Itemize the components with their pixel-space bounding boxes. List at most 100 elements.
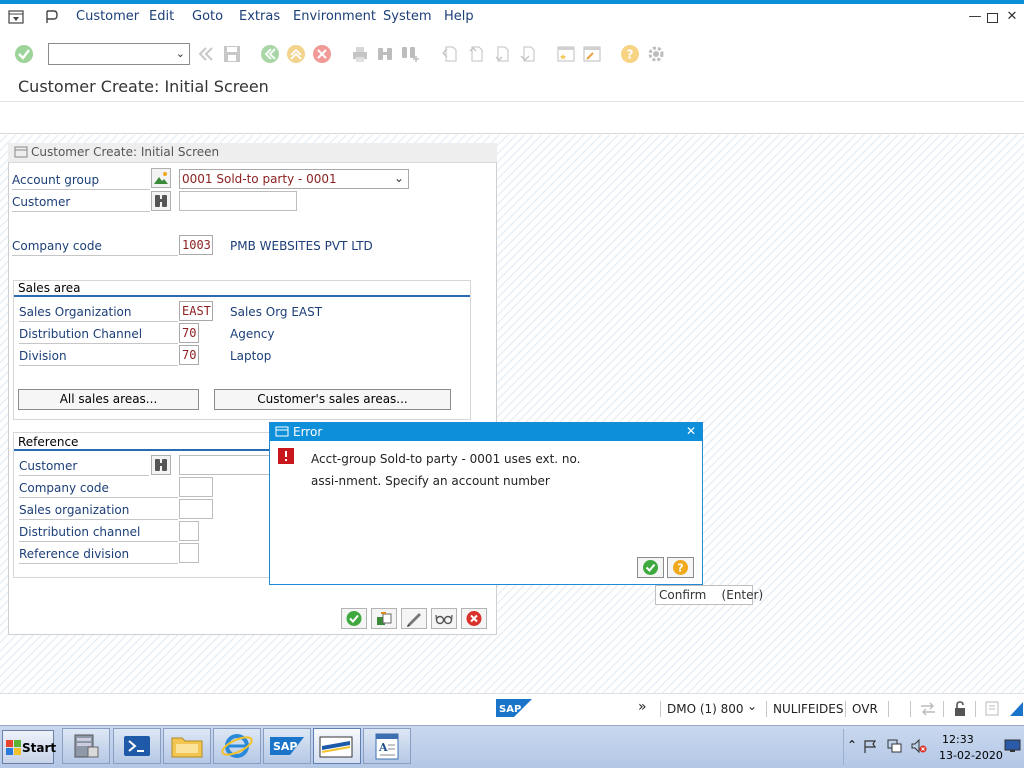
menu-customer[interactable]: Customer [76, 9, 139, 24]
menu-system[interactable]: System [383, 9, 431, 24]
create-with-template-button[interactable] [371, 608, 397, 629]
clock-date[interactable]: 13-02-2020 [939, 749, 1003, 762]
close-icon[interactable]: ✕ [686, 424, 696, 438]
minimize-icon[interactable]: — [968, 10, 982, 24]
taskbar-file-explorer[interactable] [163, 728, 211, 764]
ref-division-input[interactable] [179, 543, 199, 563]
account-group-dropdown[interactable]: 0001 Sold-to party - 0001 ⌄ [179, 169, 409, 189]
panel-header: Customer Create: Initial Screen [8, 143, 497, 163]
customer-input[interactable] [179, 191, 297, 211]
label-underline [19, 343, 178, 344]
status-separator [660, 701, 661, 717]
status-separator [845, 701, 846, 717]
standard-toolbar: ⌄ ? [0, 36, 1024, 72]
taskbar-server-manager[interactable] [62, 728, 110, 764]
status-bar: SAP » DMO (1) 800 ⌄ NULIFEIDES OVR [0, 693, 1024, 723]
label-underline [12, 255, 178, 256]
find-next-icon[interactable] [400, 44, 420, 64]
resize-grip-icon[interactable] [1010, 702, 1023, 716]
taskbar-powershell[interactable] [113, 728, 161, 764]
menu-icon[interactable] [8, 10, 24, 24]
gear-icon[interactable] [646, 44, 666, 64]
first-page-icon[interactable] [440, 44, 460, 64]
template-icon [377, 612, 392, 625]
cancel-icon [466, 611, 482, 626]
label-underline [19, 541, 178, 542]
menu-extras[interactable]: Extras [239, 9, 280, 24]
confirm-tooltip: Confirm (Enter) [655, 585, 763, 605]
ref-customer-input[interactable] [179, 455, 270, 475]
menu-help[interactable]: Help [444, 9, 474, 24]
status-separator [888, 701, 889, 717]
dialog-menu-icon[interactable] [275, 426, 289, 438]
display-button[interactable] [431, 608, 457, 629]
command-field[interactable]: ⌄ [48, 43, 190, 65]
dist-channel-input[interactable]: 70 [179, 323, 199, 343]
server-manager-icon [74, 734, 99, 758]
ref-dist-channel-input[interactable] [179, 521, 199, 541]
status-separator [975, 701, 976, 717]
close-window-icon[interactable]: ✕ [1005, 10, 1019, 24]
menu-edit[interactable]: Edit [149, 9, 174, 24]
chevron-down-icon: ⌄ [393, 171, 404, 185]
customers-sales-areas-button[interactable]: Customer's sales areas... [214, 389, 451, 410]
network-icon[interactable] [886, 738, 902, 754]
dialog-help-button[interactable]: ? [667, 557, 694, 578]
input-mode[interactable]: OVR [852, 702, 878, 716]
sap-menu-icon[interactable] [44, 9, 60, 25]
next-page-icon[interactable] [492, 44, 512, 64]
last-page-icon[interactable] [518, 44, 538, 64]
flag-icon[interactable] [863, 739, 878, 754]
account-group-icon-button[interactable] [151, 168, 171, 188]
menu-bar: Customer Edit Goto Extras Environment Sy… [0, 4, 1024, 32]
find-icon[interactable] [375, 44, 395, 64]
ref-customer-search-button[interactable] [151, 455, 171, 475]
confirm-button[interactable] [637, 557, 664, 578]
continue-button[interactable] [341, 608, 367, 629]
customer-search-button[interactable] [151, 191, 171, 211]
cancel-button[interactable] [461, 608, 487, 629]
sap-logo: SAP [496, 699, 532, 717]
back-double-icon[interactable] [196, 44, 216, 64]
ref-company-code-input[interactable] [179, 477, 213, 497]
chevron-up-icon[interactable]: ⌃ [847, 738, 857, 752]
division-input[interactable]: 70 [179, 345, 199, 365]
start-button[interactable]: Start [2, 730, 56, 764]
speaker-muted-icon[interactable] [910, 738, 927, 754]
create-session-icon[interactable] [556, 44, 576, 64]
division-name: Laptop [230, 349, 272, 363]
menu-environment[interactable]: Environment [293, 9, 376, 24]
cancel-icon[interactable] [312, 44, 332, 64]
sales-org-input[interactable]: EAST [179, 301, 213, 321]
landscape-icon [154, 172, 168, 184]
ref-sales-org-input[interactable] [179, 499, 213, 519]
ref-customer-label: Customer [19, 459, 78, 473]
document-status-icon [985, 701, 999, 716]
edit-button[interactable] [401, 608, 427, 629]
print-icon[interactable] [350, 44, 370, 64]
chevron-down-icon[interactable]: ⌄ [747, 699, 757, 713]
taskbar-wordpad[interactable]: A [363, 728, 411, 764]
show-desktop-icon[interactable] [1004, 739, 1021, 753]
previous-page-icon[interactable] [466, 44, 486, 64]
dist-channel-name: Agency [230, 327, 275, 341]
sap-gui-icon [319, 736, 353, 758]
clock-time[interactable]: 12:33 [942, 733, 974, 746]
expand-status-icon[interactable]: » [638, 699, 647, 715]
menu-goto[interactable]: Goto [192, 9, 223, 24]
generate-shortcut-icon[interactable] [582, 44, 602, 64]
help-icon[interactable]: ? [620, 44, 640, 64]
enter-check-icon[interactable] [14, 44, 34, 64]
label-underline [19, 497, 178, 498]
maximize-icon[interactable] [987, 13, 998, 23]
taskbar-internet-explorer[interactable] [213, 728, 261, 764]
taskbar-sap-logon[interactable]: SAP [263, 728, 311, 764]
back-icon[interactable] [260, 44, 280, 64]
save-icon[interactable] [222, 44, 242, 64]
all-sales-areas-button[interactable]: All sales areas... [18, 389, 199, 410]
company-code-input[interactable]: 1003 [179, 235, 213, 255]
folder-icon [171, 737, 203, 758]
exit-icon[interactable] [286, 44, 306, 64]
taskbar-sap-gui[interactable] [313, 728, 361, 764]
panel-menu-icon[interactable] [14, 146, 28, 159]
